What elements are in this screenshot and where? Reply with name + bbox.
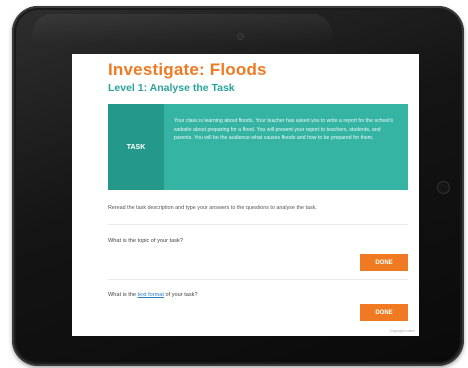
- page-subtitle: Level 1: Analyse the Task: [108, 82, 235, 94]
- divider: [108, 224, 408, 225]
- text-format-link[interactable]: text format: [138, 292, 164, 298]
- instructions-text: Reread the task description and type you…: [108, 205, 317, 211]
- done-button-1[interactable]: DONE: [360, 254, 408, 271]
- camera-icon: [238, 34, 243, 39]
- tablet-glare: [32, 14, 332, 44]
- tablet-screen: Investigate: Floods Level 1: Analyse the…: [72, 54, 419, 336]
- tablet-frame: Investigate: Floods Level 1: Analyse the…: [12, 6, 464, 366]
- task-box: TASK Your class is learning about floods…: [108, 104, 408, 190]
- done-button-2[interactable]: DONE: [360, 304, 408, 321]
- page-title: Investigate: Floods: [108, 60, 267, 79]
- home-button-icon[interactable]: [438, 182, 449, 193]
- question-2-text-before: What is the: [108, 292, 138, 298]
- footnote: Copyright notice: [389, 329, 415, 333]
- question-2: What is the text format of your task?: [108, 292, 198, 298]
- task-label: TASK: [108, 104, 164, 190]
- question-1-text: What is the topic of your task?: [108, 238, 183, 244]
- task-description: Your class is learning about floods. You…: [174, 118, 394, 142]
- question-1: What is the topic of your task?: [108, 238, 183, 244]
- question-2-text-after: of your task?: [163, 292, 198, 298]
- divider: [108, 279, 408, 280]
